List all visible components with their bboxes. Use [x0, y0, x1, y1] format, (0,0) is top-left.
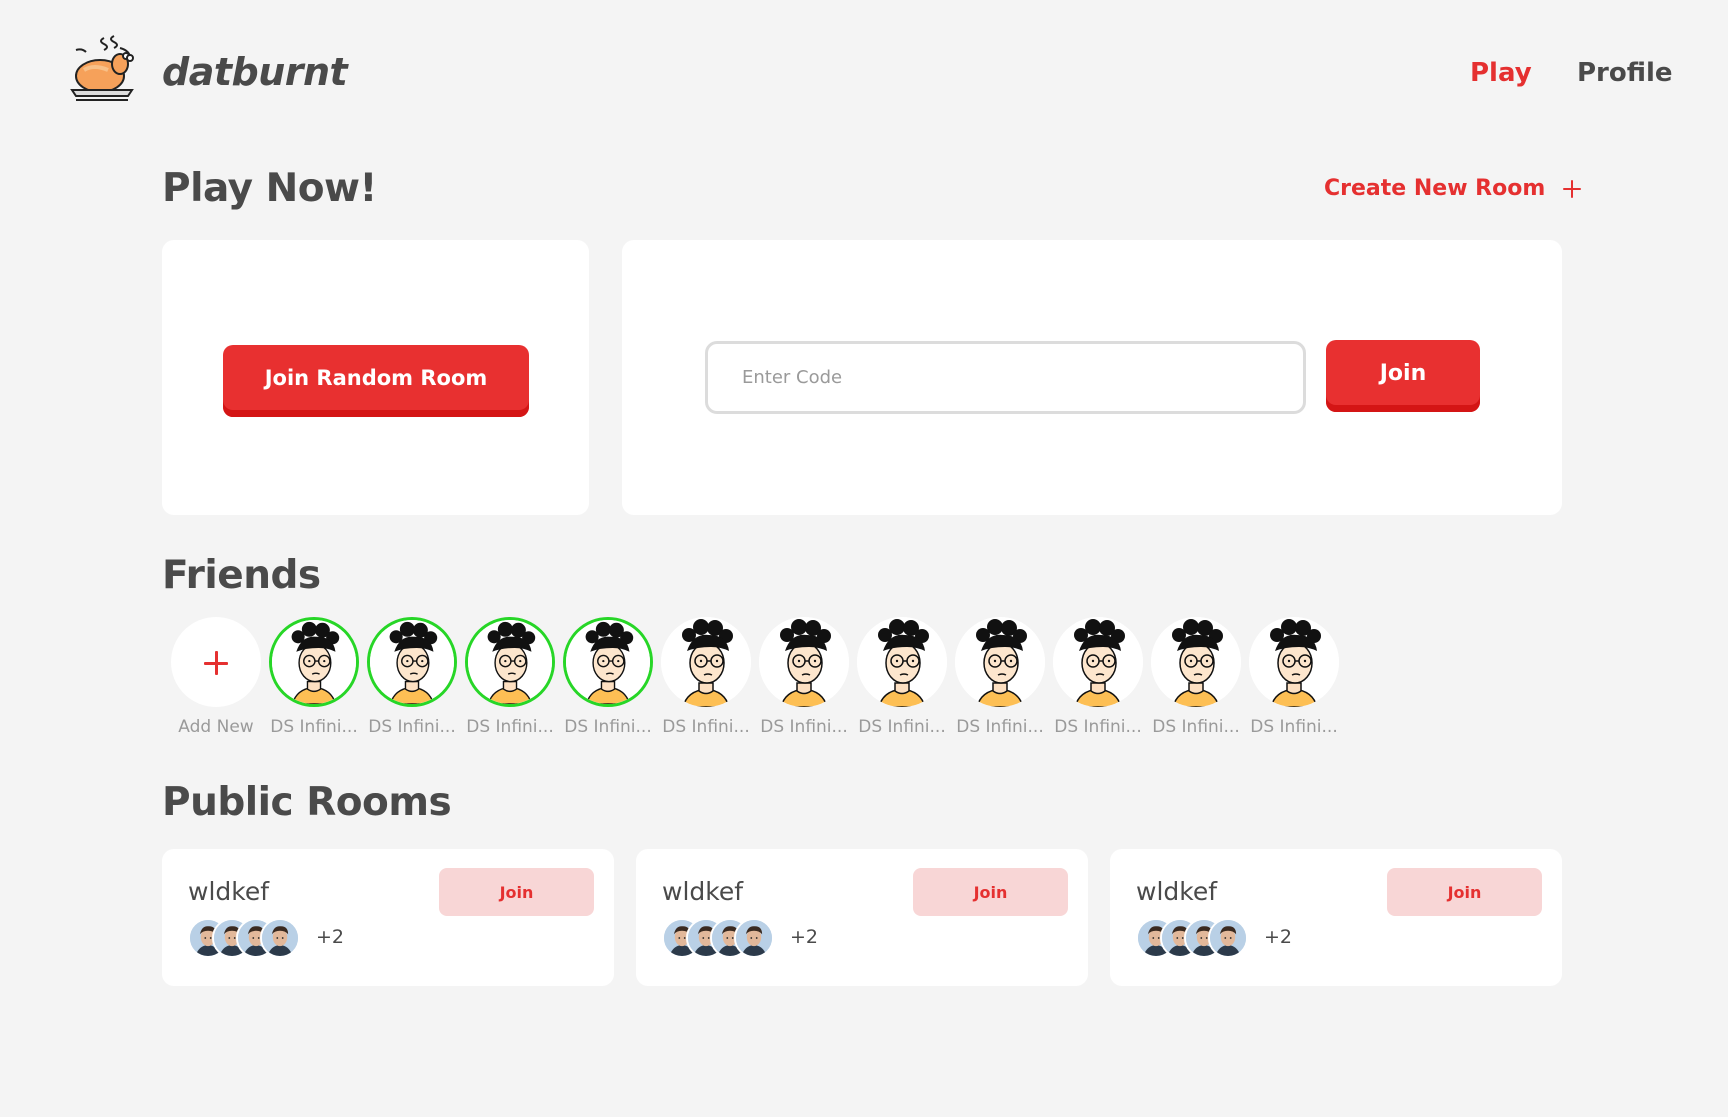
friend-name: DS Infini...: [1250, 717, 1338, 737]
add-friend-icon[interactable]: [171, 617, 261, 707]
random-room-card: Join Random Room: [162, 240, 589, 515]
join-code-button[interactable]: Join: [1326, 340, 1480, 412]
room-join-button[interactable]: Join: [913, 868, 1068, 916]
room-join-button[interactable]: Join: [439, 868, 594, 916]
friend-item[interactable]: DS Infini...: [848, 617, 956, 742]
roast-turkey-icon[interactable]: [68, 34, 136, 106]
member-avatar: [260, 918, 300, 958]
room-extra-members: +2: [1264, 926, 1293, 948]
room-members: +2: [188, 918, 408, 958]
room-card: wldkef Join +2: [1110, 849, 1562, 986]
friend-item[interactable]: DS Infini...: [358, 617, 466, 742]
create-room-button[interactable]: Create New Room: [1324, 176, 1582, 201]
friend-avatar[interactable]: [1053, 617, 1143, 707]
friend-item[interactable]: DS Infini...: [946, 617, 1054, 742]
member-avatar: [1208, 918, 1248, 958]
friend-avatar[interactable]: [1249, 617, 1339, 707]
room-code-input[interactable]: [705, 341, 1306, 414]
room-name: wldkef: [1136, 877, 1218, 906]
room-join-button[interactable]: Join: [1387, 868, 1542, 916]
join-random-room-button[interactable]: Join Random Room: [223, 345, 529, 417]
room-members: +2: [662, 918, 882, 958]
friend-avatar[interactable]: [955, 617, 1045, 707]
room-extra-members: +2: [316, 926, 345, 948]
friend-item[interactable]: DS Infini...: [260, 617, 368, 742]
room-members: +2: [1136, 918, 1356, 958]
room-name: wldkef: [188, 877, 270, 906]
friend-avatar[interactable]: [857, 617, 947, 707]
friend-item[interactable]: DS Infini...: [456, 617, 564, 742]
friend-name: DS Infini...: [1054, 717, 1142, 737]
friend-item[interactable]: DS Infini...: [1044, 617, 1152, 742]
friend-item[interactable]: DS Infini...: [1142, 617, 1250, 742]
room-card: wldkef Join +2: [162, 849, 614, 986]
nav-play[interactable]: Play: [1470, 58, 1532, 88]
friend-name: DS Infini...: [662, 717, 750, 737]
header: datburnt Play Profile: [0, 0, 1728, 150]
friend-name: DS Infini...: [368, 717, 456, 737]
friend-name: DS Infini...: [564, 717, 652, 737]
room-name: wldkef: [662, 877, 744, 906]
friend-avatar[interactable]: [563, 617, 653, 707]
friend-item[interactable]: DS Infini...: [652, 617, 760, 742]
add-friend-label: Add New: [178, 717, 254, 737]
brand-name: datburnt: [162, 50, 348, 94]
friend-name: DS Infini...: [466, 717, 554, 737]
friend-avatar[interactable]: [759, 617, 849, 707]
join-by-code-card: Join: [622, 240, 1562, 515]
friends-list: Add New DS Infini... DS Infini... DS Inf…: [162, 617, 1462, 742]
friend-name: DS Infini...: [858, 717, 946, 737]
member-avatar: [734, 918, 774, 958]
friend-avatar[interactable]: [465, 617, 555, 707]
friends-title: Friends: [162, 553, 321, 598]
friend-item[interactable]: DS Infini...: [750, 617, 858, 742]
friend-avatar[interactable]: [367, 617, 457, 707]
public-rooms-title: Public Rooms: [162, 780, 452, 825]
friend-name: DS Infini...: [760, 717, 848, 737]
create-room-label: Create New Room: [1324, 176, 1546, 201]
nav-profile[interactable]: Profile: [1577, 58, 1673, 88]
play-now-title: Play Now!: [162, 166, 377, 211]
room-card: wldkef Join +2: [636, 849, 1088, 986]
friend-item[interactable]: DS Infini...: [554, 617, 662, 742]
friend-name: DS Infini...: [956, 717, 1044, 737]
friend-name: DS Infini...: [1152, 717, 1240, 737]
friend-avatar[interactable]: [661, 617, 751, 707]
room-extra-members: +2: [790, 926, 819, 948]
friend-name: DS Infini...: [270, 717, 358, 737]
friend-item[interactable]: DS Infini...: [1240, 617, 1348, 742]
page: datburnt Play Profile Play Now! Create N…: [0, 0, 1728, 1117]
add-friend-item[interactable]: Add New: [162, 617, 270, 742]
plus-icon: [1563, 179, 1582, 198]
friend-avatar[interactable]: [1151, 617, 1241, 707]
friend-avatar[interactable]: [269, 617, 359, 707]
